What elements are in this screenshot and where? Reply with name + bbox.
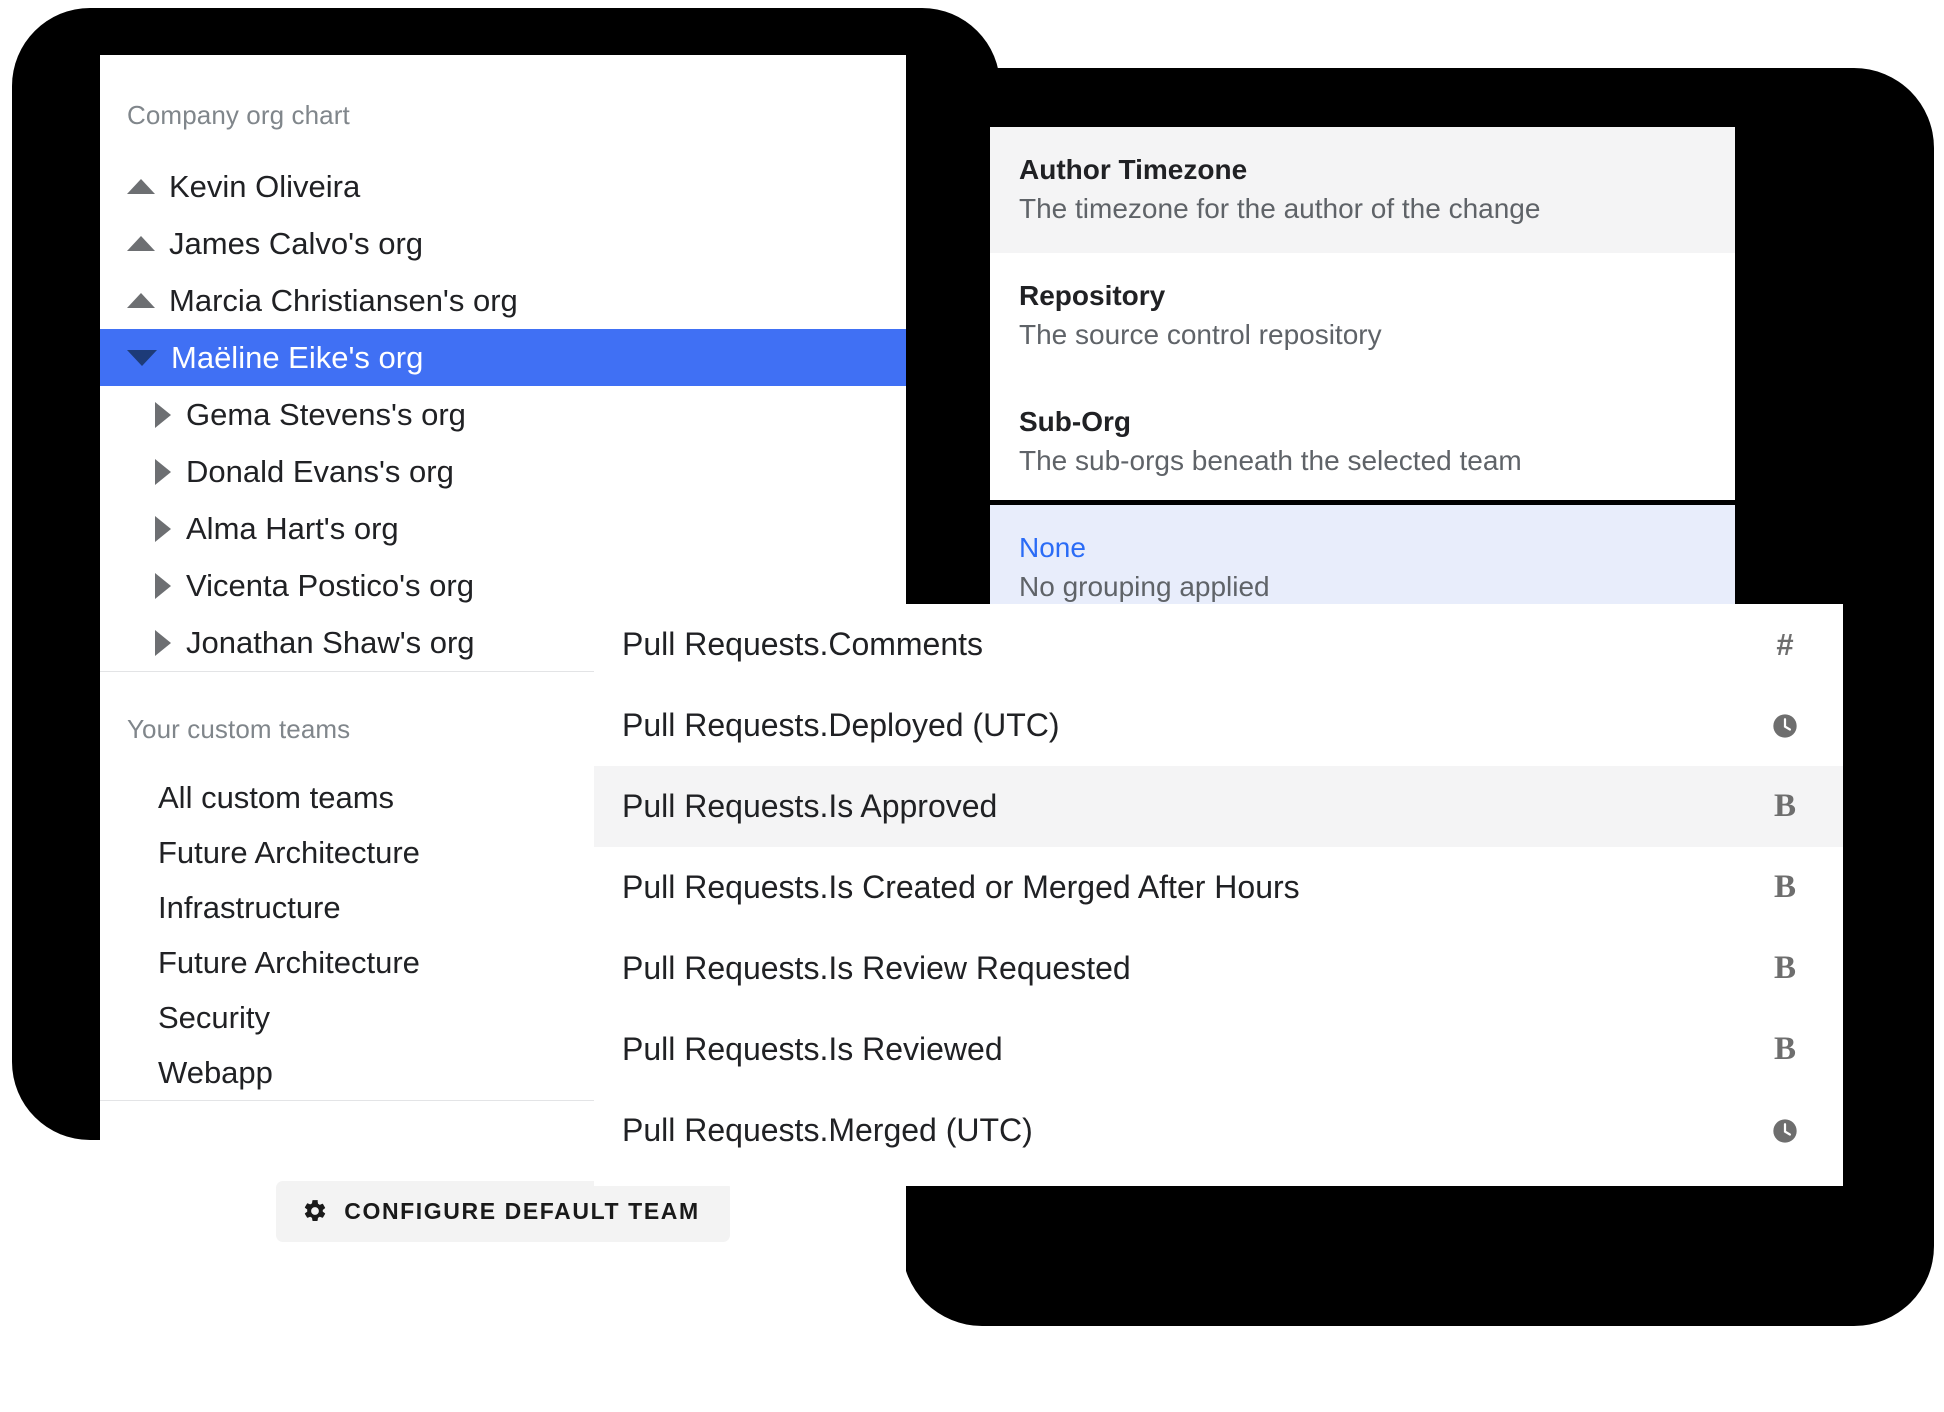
grouping-option-title: Repository — [1019, 280, 1166, 311]
triangle-right-icon[interactable] — [155, 515, 171, 542]
field-option-label: Pull Requests.Comments — [622, 626, 984, 662]
grouping-options-panel: Author Timezone The timezone for the auth… — [990, 127, 1735, 631]
clock-icon — [1761, 1117, 1809, 1145]
triangle-up-icon[interactable] — [127, 236, 155, 251]
boolean-icon: B — [1773, 1031, 1796, 1067]
triangle-up-icon[interactable] — [127, 179, 155, 194]
org-tree-item-label: James Calvo's org — [169, 225, 424, 261]
field-option-pull-requests-is-approved[interactable]: Pull Requests.Is Approved B — [594, 766, 1843, 847]
grouping-option-sub-org[interactable]: Sub-Org The sub-orgs beneath the selected… — [990, 379, 1735, 505]
field-option-pull-requests-is-review-requested[interactable]: Pull Requests.Is Review Requested B — [594, 928, 1843, 1009]
field-option-pull-requests-deployed-utc[interactable]: Pull Requests.Deployed (UTC) — [594, 685, 1843, 766]
grouping-option-title: None — [1019, 532, 1086, 563]
company-org-chart-label: Company org chart — [127, 100, 350, 130]
triangle-right-icon[interactable] — [155, 401, 171, 428]
grouping-option-title: Author Timezone — [1019, 154, 1248, 185]
triangle-down-icon[interactable] — [127, 349, 157, 366]
grouping-option-title: Sub-Org — [1019, 406, 1131, 437]
field-select-dropdown: Pull Requests.Comments # Pull Requests.Dep… — [594, 604, 1843, 1186]
field-option-label: Pull Requests.Is Reviewed — [622, 1031, 1003, 1067]
boolean-icon: B — [1773, 788, 1796, 824]
custom-team-item-label: Future Architecture — [158, 834, 420, 870]
org-tree-item-label: Maëline Eike's org — [171, 339, 424, 375]
org-tree-item-ma-line-eike-s-org[interactable]: Maëline Eike's org — [100, 329, 906, 386]
org-tree-item-label: Vicenta Postico's org — [186, 567, 474, 603]
org-tree-item-kevin-oliveira[interactable]: Kevin Oliveira — [100, 158, 906, 215]
custom-team-item-label: Webapp — [158, 1054, 273, 1090]
field-option-label: Pull Requests.Merged (UTC) — [622, 1112, 1033, 1148]
field-option-label: Pull Requests.Is Created or Merged After… — [622, 869, 1300, 905]
custom-team-item-label: Security — [158, 999, 270, 1035]
org-tree-item-label: Gema Stevens's org — [186, 396, 466, 432]
org-tree-item-james-calvo-s-org[interactable]: James Calvo's org — [100, 215, 906, 272]
company-org-chart-section: Company org chart Kevin Oliveira James Ca… — [100, 55, 906, 671]
org-tree-item-label: Alma Hart's org — [186, 510, 399, 546]
grouping-option-author-timezone[interactable]: Author Timezone The timezone for the auth… — [990, 127, 1735, 253]
org-tree-item-label: Donald Evans's org — [186, 453, 454, 489]
triangle-right-icon[interactable] — [155, 629, 171, 656]
grouping-option-description: The source control repository — [1019, 319, 1382, 350]
field-option-label: Pull Requests.Is Review Requested — [622, 950, 1131, 986]
boolean-icon: B — [1773, 950, 1796, 986]
custom-team-item-label: All custom teams — [158, 779, 395, 815]
custom-team-item-label: Future Architecture — [158, 944, 420, 980]
gear-icon — [302, 1198, 328, 1224]
clock-icon — [1761, 712, 1809, 740]
org-tree-item-label: Jonathan Shaw's org — [186, 624, 475, 660]
org-tree-item-gema-stevens-s-org[interactable]: Gema Stevens's org — [100, 386, 906, 443]
field-option-label: Pull Requests.Is Approved — [622, 788, 998, 824]
field-option-pull-requests-comments[interactable]: Pull Requests.Comments # — [594, 604, 1843, 685]
configure-default-team-label: CONFIGURE DEFAULT TEAM — [344, 1197, 700, 1224]
org-chart-tree: Kevin Oliveira James Calvo's org Marcia Ch… — [100, 158, 906, 671]
org-tree-item-label: Kevin Oliveira — [169, 168, 361, 204]
org-tree-item-marcia-christiansen-s-org[interactable]: Marcia Christiansen's org — [100, 272, 906, 329]
grouping-option-description: The sub-orgs beneath the selected team — [1019, 445, 1522, 476]
grouping-option-repository[interactable]: Repository The source control repository — [990, 253, 1735, 379]
grouping-option-description: The timezone for the author of the chang… — [1019, 193, 1541, 224]
triangle-right-icon[interactable] — [155, 458, 171, 485]
triangle-right-icon[interactable] — [155, 572, 171, 599]
hash-icon: # — [1776, 626, 1794, 662]
org-tree-item-alma-hart-s-org[interactable]: Alma Hart's org — [100, 500, 906, 557]
field-option-label: Pull Requests.Deployed (UTC) — [622, 707, 1060, 743]
boolean-icon: B — [1773, 869, 1796, 905]
org-tree-item-donald-evans-s-org[interactable]: Donald Evans's org — [100, 443, 906, 500]
field-option-pull-requests-is-created-or-merged-after-hours[interactable]: Pull Requests.Is Created or Merged After… — [594, 847, 1843, 928]
configure-default-team-button[interactable]: CONFIGURE DEFAULT TEAM — [276, 1180, 730, 1242]
field-option-pull-requests-merged-utc[interactable]: Pull Requests.Merged (UTC) — [594, 1090, 1843, 1171]
triangle-up-icon[interactable] — [127, 293, 155, 308]
custom-team-item-label: Infrastructure — [158, 889, 341, 925]
field-option-pull-requests-is-reviewed[interactable]: Pull Requests.Is Reviewed B — [594, 1009, 1843, 1090]
org-tree-item-label: Marcia Christiansen's org — [169, 282, 518, 318]
grouping-option-description: No grouping applied — [1019, 571, 1270, 602]
